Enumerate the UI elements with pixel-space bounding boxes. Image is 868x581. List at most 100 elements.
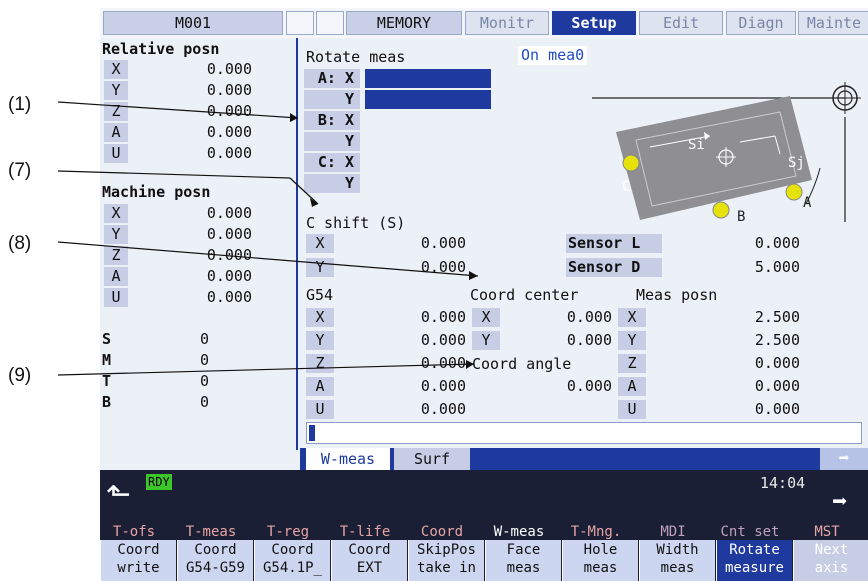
softkey-line2: G54.1P_ (262, 560, 322, 576)
tab-w-meas[interactable]: W-meas (306, 448, 390, 470)
c-shift-y-label: Y (306, 258, 334, 277)
meas-axis-value: 0.000 (754, 354, 800, 372)
diagram-label-c: C (622, 179, 631, 195)
softkey-line1: Rotate (729, 542, 780, 558)
command-input[interactable] (306, 422, 862, 444)
g54-axis-value: 0.000 (420, 308, 466, 326)
softkey-line2: meas (660, 560, 695, 576)
a-x-field[interactable] (365, 69, 491, 88)
coord-angle-title: Coord angle (472, 355, 572, 374)
meas-axis-label: A (618, 377, 646, 396)
g54-axis-label: Z (306, 354, 334, 373)
relative-axis-value: 0.000 (206, 60, 252, 78)
g54-axis-value: 0.000 (420, 377, 466, 395)
a-y-field[interactable] (365, 90, 491, 109)
tab-mainte[interactable]: Mainte (798, 11, 868, 35)
tab-setup[interactable]: Setup (552, 11, 636, 35)
softkey-line1: Width (656, 542, 699, 558)
machine-axis-value: 0.000 (206, 225, 252, 243)
tab-edit[interactable]: Edit (639, 11, 723, 35)
softkey-button[interactable]: Coord G54-G59 (177, 540, 253, 581)
menu-label: MST (814, 524, 840, 540)
softkey-line1: Coord (194, 542, 237, 558)
softkey-button[interactable]: Rotate measure (716, 540, 792, 581)
rdy-indicator: RDY (146, 474, 172, 490)
softkey-button[interactable]: Width meas (639, 540, 715, 581)
next-menu-icon[interactable]: ➡ (832, 488, 848, 516)
machine-axis-value: 0.000 (206, 204, 252, 222)
smtb-label: B (102, 393, 112, 411)
operation-mode: MEMORY (346, 11, 462, 35)
softkey-button[interactable]: Coord G54.1P_ (254, 540, 330, 581)
sensor-l-value: 0.000 (754, 234, 800, 252)
meas-axis-label: U (618, 400, 646, 419)
machine-posn-title: Machine posn (102, 183, 211, 201)
softkey-line2: G54-G59 (185, 560, 245, 576)
c-shift-x-value: 0.000 (420, 234, 466, 252)
relative-axis-label: Z (104, 102, 128, 121)
meas-axis-value: 2.500 (754, 308, 800, 326)
softkey-button[interactable]: Face meas (485, 540, 561, 581)
softkey-line2: take in (416, 560, 476, 576)
sensor-d-value: 5.000 (754, 258, 800, 276)
input-cursor (309, 425, 315, 441)
g54-axis-value: 0.000 (420, 354, 466, 372)
menu-bar: T-ofs Coord write T-meas Coord G54-G59 T-reg Co… (100, 524, 868, 581)
relative-axis-value: 0.000 (206, 81, 252, 99)
menu-label: Coord (420, 524, 464, 540)
softkey-button[interactable]: Coord write (100, 540, 176, 581)
g54-axis-value: 0.000 (420, 400, 466, 418)
menu-label: W-meas (493, 524, 545, 540)
menu-label: MDI (660, 524, 686, 540)
softkey-button[interactable]: Hole meas (562, 540, 638, 581)
softkey-button[interactable]: Next axis (793, 540, 868, 581)
softkey-line1: Next (814, 542, 849, 558)
softkey-line2: meas (506, 560, 541, 576)
softkey-line2: axis (814, 560, 849, 576)
g54-axis-label: Y (306, 331, 334, 350)
callout-8: (8) (8, 233, 32, 254)
menu-label: Cnt set (720, 524, 780, 540)
softkey-button[interactable]: SkipPos take in (408, 540, 484, 581)
diagram-label-a: A (803, 195, 812, 211)
softkey-line2: EXT (356, 560, 383, 576)
machine-axis-label: X (104, 204, 128, 223)
point-c-marker (622, 154, 640, 172)
cnc-screen: M001 MEMORY Monitr Setup Edit Diagn Main… (100, 8, 868, 581)
softkey-line1: SkipPos (416, 542, 476, 558)
smtb-value: 0 (200, 330, 210, 348)
menu-label: T-life (339, 524, 391, 540)
machine-axis-label: U (104, 288, 128, 307)
machine-axis-value: 0.000 (206, 288, 252, 306)
callout-1: (1) (8, 94, 32, 115)
point-b-marker (712, 201, 730, 219)
softkey-button[interactable]: Coord EXT (331, 540, 407, 581)
back-icon[interactable]: ⬑ (106, 478, 136, 512)
header-blank-2 (316, 11, 344, 35)
menu-label: T-Mng. (570, 524, 622, 540)
softkey-line1: Coord (348, 542, 391, 558)
center-axis-label: X (472, 308, 500, 327)
machine-axis-value: 0.000 (206, 267, 252, 285)
g54-axis-label: A (306, 377, 334, 396)
softkey-line1: Coord (117, 542, 160, 558)
menu-label: T-ofs (112, 524, 156, 540)
smtb-label: M (102, 351, 112, 369)
tab-monitr[interactable]: Monitr (465, 11, 549, 35)
softkey-line2: meas (583, 560, 618, 576)
g54-title: G54 (306, 286, 334, 304)
relative-axis-label: U (104, 144, 128, 163)
c-shift-title: C shift (S) (306, 214, 406, 232)
center-axis-value: 0.000 (566, 308, 612, 326)
tab-surf[interactable]: Surf (394, 448, 470, 470)
machine-axis-value: 0.000 (206, 246, 252, 264)
workpiece-shape (616, 96, 812, 220)
relative-axis-label: Y (104, 81, 128, 100)
menu-label: T-meas (185, 524, 237, 540)
clock: 14:04 (760, 474, 806, 492)
center-axis-value: 0.000 (566, 331, 612, 349)
smtb-value: 0 (200, 393, 210, 411)
sub-tab-next-icon[interactable]: ➡ (820, 448, 868, 470)
rotate-row-label: B: X (304, 111, 360, 130)
tab-diagn[interactable]: Diagn (726, 11, 796, 35)
